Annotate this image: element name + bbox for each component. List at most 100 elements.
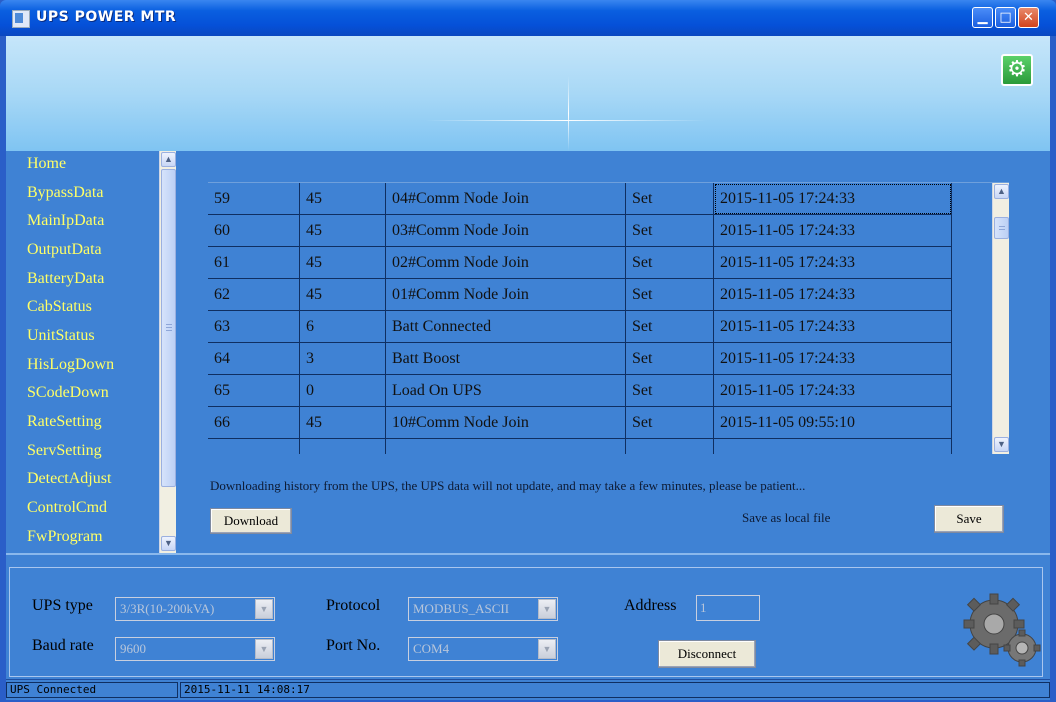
chevron-down-icon[interactable]: ▼: [255, 639, 273, 659]
baud-rate-value: 9600: [120, 641, 146, 656]
cell-index: 62: [208, 279, 300, 311]
scroll-down-icon[interactable]: ▼: [994, 437, 1009, 452]
chevron-down-icon[interactable]: ▼: [538, 639, 556, 659]
cell-code: 45: [300, 279, 386, 311]
table-row[interactable]: 62 45 01#Comm Node Join Set 2015-11-05 1…: [208, 279, 1009, 311]
cell-event: [386, 439, 626, 454]
close-button[interactable]: ✕: [1018, 7, 1039, 28]
cell-state: Set: [626, 311, 714, 343]
header-banner: ⚙: [6, 36, 1050, 151]
sidebar-item-ratesetting[interactable]: RateSetting: [27, 413, 102, 431]
history-log-table[interactable]: 59 45 04#Comm Node Join Set 2015-11-05 1…: [208, 182, 1009, 454]
scroll-down-icon[interactable]: ▼: [161, 536, 176, 551]
cell-event: Batt Connected: [386, 311, 626, 343]
scroll-up-icon[interactable]: ▲: [161, 152, 176, 167]
cell-time: 2015-11-05 17:24:33: [714, 311, 952, 343]
title-bar[interactable]: UPS POWER MTR ▁ □ ✕: [0, 0, 1056, 36]
table-row[interactable]: 65 0 Load On UPS Set 2015-11-05 17:24:33: [208, 375, 1009, 407]
cell-event: 03#Comm Node Join: [386, 215, 626, 247]
cell-event: 01#Comm Node Join: [386, 279, 626, 311]
chevron-down-icon[interactable]: ▼: [538, 599, 556, 619]
cell-state: Set: [626, 375, 714, 407]
sidebar-item-detectadjust[interactable]: DetectAdjust: [27, 470, 111, 488]
chevron-down-icon[interactable]: ▼: [255, 599, 273, 619]
minimize-button[interactable]: ▁: [972, 7, 993, 28]
download-notice: Downloading history from the UPS, the UP…: [210, 478, 806, 493]
protocol-value: MODBUS_ASCII: [413, 601, 510, 616]
status-bar: UPS Connected 2015-11-11 14:08:17: [6, 679, 1050, 700]
cell-code: 3: [300, 343, 386, 375]
cell-time: 2015-11-05 17:24:33: [714, 247, 952, 279]
sidebar-item-batterydata[interactable]: BatteryData: [27, 270, 104, 288]
sidebar-item-home[interactable]: Home: [27, 155, 66, 173]
port-label: Port No.: [326, 637, 381, 654]
scroll-thumb[interactable]: [994, 217, 1009, 239]
cell-state: Set: [626, 407, 714, 439]
scroll-thumb[interactable]: [161, 169, 176, 487]
baud-rate-select[interactable]: 9600 ▼: [115, 637, 275, 661]
address-label: Address: [624, 597, 677, 614]
cell-index: 65: [208, 375, 300, 407]
table-row[interactable]: 60 45 03#Comm Node Join Set 2015-11-05 1…: [208, 215, 1009, 247]
sidebar: Home BypassData MainIpData OutputData Ba…: [6, 151, 177, 553]
sidebar-item-bypassdata[interactable]: BypassData: [27, 184, 103, 202]
app-icon: [12, 10, 30, 28]
window-title: UPS POWER MTR: [36, 9, 177, 25]
cell-code: 0: [300, 375, 386, 407]
sidebar-item-cabstatus[interactable]: CabStatus: [27, 298, 92, 316]
cell-state: Set: [626, 215, 714, 247]
cell-code: 45: [300, 183, 386, 215]
cell-time: 2015-11-05 17:24:33: [714, 183, 952, 215]
status-timestamp: 2015-11-11 14:08:17: [180, 682, 1050, 698]
sidebar-item-hislogdown[interactable]: HisLogDown: [27, 356, 114, 374]
sidebar-item-unitstatus[interactable]: UnitStatus: [27, 327, 95, 345]
port-select[interactable]: COM4 ▼: [408, 637, 558, 661]
cell-event: Load On UPS: [386, 375, 626, 407]
cell-index: 59: [208, 183, 300, 215]
table-scrollbar[interactable]: ▲ ▼: [992, 183, 1009, 454]
gears-icon: [963, 593, 1041, 667]
cell-index: 61: [208, 247, 300, 279]
cell-time: 2015-11-05 17:24:33: [714, 343, 952, 375]
app-window: UPS POWER MTR ▁ □ ✕ ⚙ Home BypassData Ma…: [0, 0, 1056, 702]
table-row[interactable]: 66 45 10#Comm Node Join Set 2015-11-05 0…: [208, 407, 1009, 439]
address-input[interactable]: 1: [696, 595, 760, 621]
ups-type-select[interactable]: 3/3R(10-200kVA) ▼: [115, 597, 275, 621]
sidebar-item-fwprogram[interactable]: FwProgram: [27, 528, 103, 546]
cell-code: 6: [300, 311, 386, 343]
download-button[interactable]: Download: [210, 508, 292, 534]
cell-index: 63: [208, 311, 300, 343]
sidebar-item-outputdata[interactable]: OutputData: [27, 241, 102, 259]
cell-time: 2015-11-05 17:24:33: [714, 279, 952, 311]
cell-code: 45: [300, 247, 386, 279]
maximize-button[interactable]: □: [995, 7, 1016, 28]
ups-type-label: UPS type: [32, 597, 93, 614]
port-value: COM4: [413, 641, 450, 656]
gear-icon[interactable]: ⚙: [1001, 54, 1033, 86]
cell-event: 02#Comm Node Join: [386, 247, 626, 279]
disconnect-button[interactable]: Disconnect: [658, 640, 756, 668]
save-button[interactable]: Save: [934, 505, 1004, 533]
cell-event: Batt Boost: [386, 343, 626, 375]
sidebar-item-scodedown[interactable]: SCodeDown: [27, 384, 109, 402]
banner-glow-line: [426, 120, 706, 121]
cell-event: 10#Comm Node Join: [386, 407, 626, 439]
cell-index: 64: [208, 343, 300, 375]
table-row[interactable]: 63 6 Batt Connected Set 2015-11-05 17:24…: [208, 311, 1009, 343]
scroll-up-icon[interactable]: ▲: [994, 184, 1009, 199]
sidebar-item-mainipdata[interactable]: MainIpData: [27, 212, 104, 230]
cell-index: [208, 439, 300, 454]
cell-code: 45: [300, 407, 386, 439]
connection-groupbox: UPS type 3/3R(10-200kVA) ▼ Baud rate 960…: [9, 567, 1043, 677]
cell-state: Set: [626, 247, 714, 279]
cell-code: [300, 439, 386, 454]
sidebar-item-controlcmd[interactable]: ControlCmd: [27, 499, 107, 517]
sidebar-scrollbar[interactable]: ▲ ▼: [159, 151, 177, 553]
sidebar-item-servsetting[interactable]: ServSetting: [27, 442, 102, 460]
table-row[interactable]: 59 45 04#Comm Node Join Set 2015-11-05 1…: [208, 183, 1009, 215]
protocol-select[interactable]: MODBUS_ASCII ▼: [408, 597, 558, 621]
table-row[interactable]: 61 45 02#Comm Node Join Set 2015-11-05 1…: [208, 247, 1009, 279]
cell-index: 66: [208, 407, 300, 439]
table-row[interactable]: [208, 439, 1009, 454]
table-row[interactable]: 64 3 Batt Boost Set 2015-11-05 17:24:33: [208, 343, 1009, 375]
